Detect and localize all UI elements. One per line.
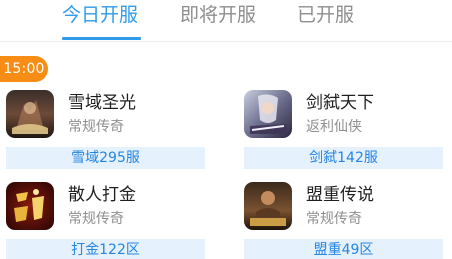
server-label[interactable]: 盟重49区 <box>244 239 443 259</box>
game-genre: 常规传奇 <box>306 211 362 227</box>
game-icon-mengzhong <box>244 182 292 230</box>
tab-upcoming[interactable]: 即将开服 <box>180 3 256 27</box>
game-name: 散人打金 <box>68 185 136 205</box>
tab-bar: 今日开服 即将开服 已开服 <box>0 0 452 42</box>
time-slot-badge: 15:00 <box>0 56 48 82</box>
tab-active-indicator <box>62 37 141 40</box>
server-label[interactable]: 打金122区 <box>6 239 205 259</box>
server-label[interactable]: 剑弑142服 <box>244 147 443 169</box>
game-card-xueyu[interactable]: 雪域圣光 常规传奇 雪域295服 <box>6 90 206 169</box>
tab-opened[interactable]: 已开服 <box>297 3 354 27</box>
game-icon-jianshi <box>244 90 292 138</box>
game-icon-dajin <box>6 182 54 230</box>
game-card-jianshi[interactable]: 剑弑天下 返利仙侠 剑弑142服 <box>244 90 444 169</box>
server-label[interactable]: 雪域295服 <box>6 147 205 169</box>
game-name: 盟重传说 <box>306 185 374 205</box>
game-genre: 常规传奇 <box>68 211 124 227</box>
game-name: 剑弑天下 <box>306 93 374 113</box>
tab-today[interactable]: 今日开服 <box>62 3 138 27</box>
game-name: 雪域圣光 <box>68 93 136 113</box>
game-genre: 常规传奇 <box>68 119 124 135</box>
game-card-mengzhong[interactable]: 盟重传说 常规传奇 盟重49区 <box>244 182 444 259</box>
game-card-dajin[interactable]: 散人打金 常规传奇 打金122区 <box>6 182 206 259</box>
open-server-page: 今日开服 即将开服 已开服 15:00 雪域圣光 常规传奇 雪域295服 剑弑天… <box>0 0 452 259</box>
game-icon-xueyu <box>6 90 54 138</box>
game-genre: 返利仙侠 <box>306 119 362 135</box>
